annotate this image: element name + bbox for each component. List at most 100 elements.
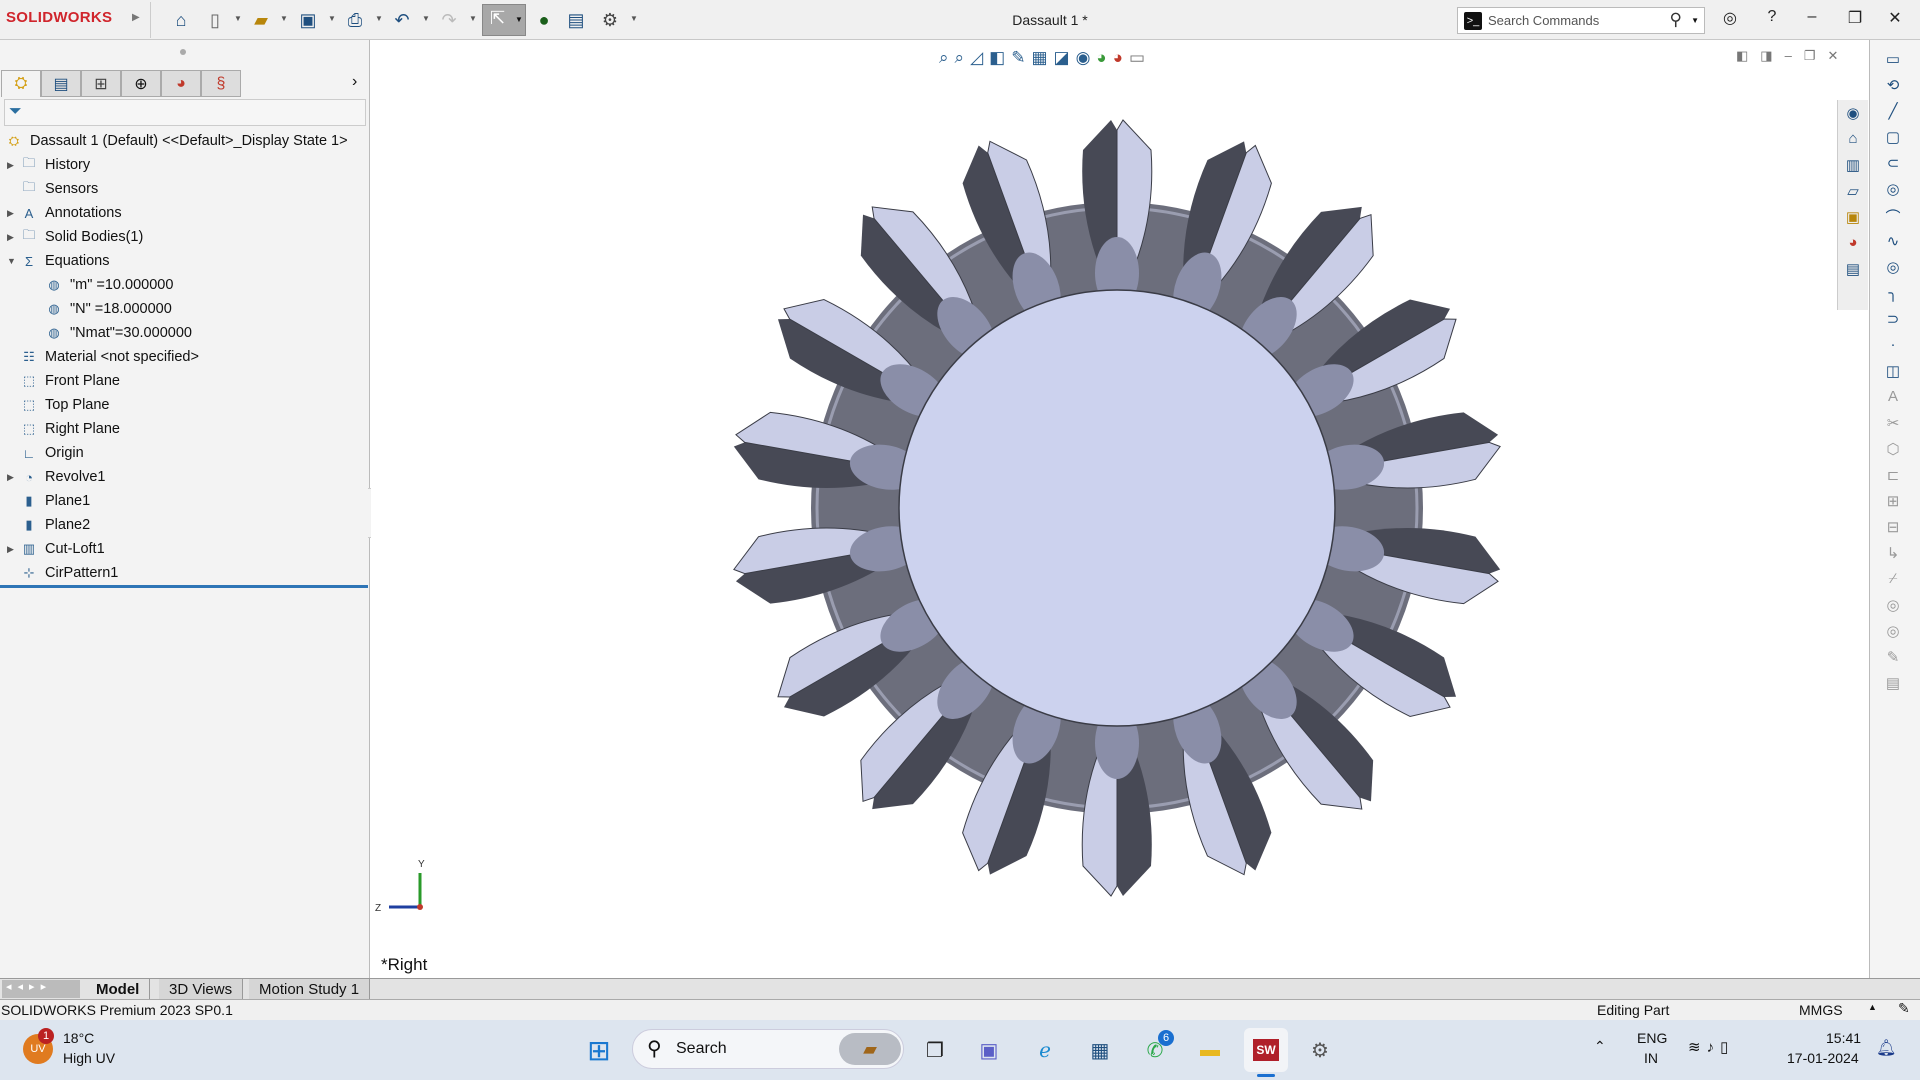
weather-desc[interactable]: High UV — [63, 1050, 115, 1066]
tab-model[interactable]: Model — [86, 979, 151, 1000]
restore-button[interactable]: ❐ — [1843, 8, 1867, 28]
region[interactable]: IN — [1644, 1050, 1658, 1066]
close-button[interactable]: ✕ — [1883, 8, 1907, 28]
tree-item[interactable]: ▶ 🗀 Solid Bodies(1) — [0, 225, 368, 249]
circle-icon[interactable]: ◎ — [1882, 180, 1904, 200]
home-pane-icon[interactable]: ⌂ — [1842, 130, 1864, 150]
tab-3d-views[interactable]: 3D Views — [159, 979, 244, 1000]
tab-configuration-manager[interactable]: ⊞ — [81, 70, 121, 97]
viewport-minimize-icon[interactable]: – — [1785, 48, 1792, 64]
print-dropdown-icon[interactable]: ▼ — [375, 14, 383, 23]
user-account-icon[interactable]: ◎ — [1718, 8, 1742, 28]
hide-show-items-icon[interactable]: ◉ — [1076, 48, 1091, 68]
apply-scene-icon[interactable]: ◕ — [1113, 48, 1123, 68]
view-settings-icon[interactable]: ▭ — [1129, 48, 1145, 68]
tree-item[interactable]: ▶ ▥ Cut-Loft1 — [0, 537, 368, 561]
save-dropdown-icon[interactable]: ▼ — [328, 14, 336, 23]
home-icon[interactable]: ⌂ — [169, 8, 193, 32]
help-icon[interactable]: ? — [1760, 8, 1784, 26]
start-button[interactable]: ⊞ — [582, 1033, 616, 1067]
viewport-split-left-icon[interactable]: ◧ — [1736, 48, 1748, 64]
rapid-sketch-icon[interactable]: ✎ — [1882, 648, 1904, 668]
tree-item[interactable]: ◍ "Nmat"=30.000000 — [0, 321, 368, 345]
fillet-icon[interactable]: ╮ — [1882, 284, 1904, 304]
tab-display-manager[interactable]: ◕ — [161, 70, 201, 97]
tree-item[interactable]: ◍ "N" =18.000000 — [0, 297, 368, 321]
redo-icon[interactable]: ↷ — [437, 8, 461, 32]
tree-filter[interactable]: ⏷ — [4, 99, 366, 126]
custom-properties-icon[interactable]: ▤ — [1842, 260, 1864, 280]
taskbar-search[interactable]: ⚲ Search ▰ — [632, 1029, 904, 1069]
tree-item[interactable]: 🗀 Sensors — [0, 177, 368, 201]
tree-item[interactable]: ⬚ Front Plane — [0, 369, 368, 393]
new-dropdown-icon[interactable]: ▼ — [234, 14, 242, 23]
offset-entities-icon[interactable]: ⊏ — [1882, 466, 1904, 486]
tree-item[interactable]: ▮ Plane1 — [0, 489, 368, 513]
solidworks-resources-icon[interactable]: ◉ — [1842, 104, 1864, 124]
graphics-area[interactable]: ⌕ ⌕ ◿ ◧ ✎ ▦ ◪ ◉ ◕ ◕ ▭ ◧ ◨ – ❐ ✕ Y Z *Rig… — [371, 40, 1868, 978]
solidworks-logo[interactable]: SOLIDWORKS — [6, 9, 112, 26]
print-icon[interactable]: ⎙ — [343, 8, 367, 32]
search-commands-input[interactable]: >_ Search Commands ⚲ ▼ — [1457, 7, 1705, 34]
language[interactable]: ENG — [1637, 1030, 1667, 1046]
expand-arrow-icon[interactable]: ▶ — [7, 208, 19, 219]
store-icon[interactable]: ▦ — [1083, 1033, 1117, 1067]
spline-icon[interactable]: ∿ — [1882, 232, 1904, 252]
redo-dropdown-icon[interactable]: ▼ — [469, 14, 477, 23]
smart-dimension-icon[interactable]: ⟲ — [1882, 76, 1904, 96]
repair-icon[interactable]: ◎ — [1882, 596, 1904, 616]
zoom-to-area-icon[interactable]: ⌕ — [955, 48, 965, 68]
task-view-icon[interactable]: ❐ — [918, 1033, 952, 1067]
tree-item[interactable]: ▶ A Annotations — [0, 201, 368, 225]
file-explorer-icon[interactable]: ▬ — [1193, 1033, 1227, 1067]
convert-icon[interactable]: ⬡ — [1882, 440, 1904, 460]
polygon-icon[interactable]: ◎ — [1882, 258, 1904, 278]
minimize-button[interactable]: – — [1800, 8, 1824, 26]
solidworks-taskbar-icon[interactable]: SW — [1244, 1028, 1288, 1072]
edit-appearance-icon[interactable]: ◕ — [1096, 48, 1106, 68]
sketch-icon[interactable]: ▭ — [1882, 50, 1904, 70]
file-explorer-icon[interactable]: ▱ — [1842, 182, 1864, 202]
weather-temp[interactable]: 18°C — [63, 1030, 94, 1046]
arc-icon[interactable]: ⌒ — [1882, 206, 1904, 226]
view-orientation-icon[interactable]: ▦ — [1031, 48, 1047, 68]
tree-root[interactable]: ⛭ Dassault 1 (Default) <<Default>_Display… — [0, 129, 368, 153]
tree-item[interactable]: ▼ Σ Equations — [0, 249, 368, 273]
unit-system[interactable]: MMGS — [1799, 1002, 1843, 1018]
rectangle-icon[interactable]: ▢ — [1882, 128, 1904, 148]
expand-arrow-icon[interactable]: ▶ — [7, 544, 19, 555]
customize-status-icon[interactable]: ✎ — [1898, 1000, 1910, 1017]
design-library-icon[interactable]: ▥ — [1842, 156, 1864, 176]
options-dropdown-icon[interactable]: ▼ — [630, 14, 638, 23]
tab-motion-study-1[interactable]: Motion Study 1 — [249, 979, 371, 1000]
tree-item[interactable]: ☷ Material <not specified> — [0, 345, 368, 369]
tree-item[interactable]: ▶ 🗀 History — [0, 153, 368, 177]
teams-icon[interactable]: ▣ — [972, 1033, 1006, 1067]
slot-icon[interactable]: ⊂ — [1882, 154, 1904, 174]
tree-item[interactable]: ▶ ◔ Revolve1 — [0, 465, 368, 489]
select-dropdown-icon[interactable]: ▼ — [515, 15, 523, 24]
clock-time[interactable]: 15:41 — [1826, 1030, 1861, 1046]
menu-expand-arrow-icon[interactable]: ▶ — [132, 12, 140, 23]
tree-item[interactable]: ⬚ Right Plane — [0, 417, 368, 441]
file-properties-icon[interactable]: ▤ — [564, 8, 588, 32]
view-palette-icon[interactable]: ▣ — [1842, 208, 1864, 228]
relations-icon[interactable]: ⌿ — [1882, 570, 1904, 590]
move-icon[interactable]: ↳ — [1882, 544, 1904, 564]
options-gear-icon[interactable]: ⚙ — [598, 8, 622, 32]
show-hidden-icons[interactable]: ⌃ — [1594, 1038, 1606, 1055]
clock-date[interactable]: 17-01-2024 — [1787, 1050, 1859, 1066]
expand-arrow-icon[interactable]: ▶ — [7, 160, 19, 171]
open-icon[interactable]: ▰ — [249, 8, 273, 32]
tab-dimxpert-manager[interactable]: ⊕ — [121, 70, 161, 97]
tab-property-manager[interactable]: ▤ — [41, 70, 81, 97]
new-document-icon[interactable]: ▯ — [203, 8, 227, 32]
line-icon[interactable]: ╱ — [1882, 102, 1904, 122]
expand-arrow-icon[interactable]: ▶ — [7, 472, 19, 483]
viewport-restore-icon[interactable]: ❐ — [1804, 48, 1816, 64]
tree-item[interactable]: ⬚ Top Plane — [0, 393, 368, 417]
mirror-icon[interactable]: ⊞ — [1882, 492, 1904, 512]
rollback-bar[interactable] — [0, 585, 368, 588]
dynamic-annotation-icon[interactable]: ✎ — [1011, 48, 1025, 68]
network-volume-battery-icons[interactable]: ≋♪▯ — [1688, 1038, 1734, 1056]
